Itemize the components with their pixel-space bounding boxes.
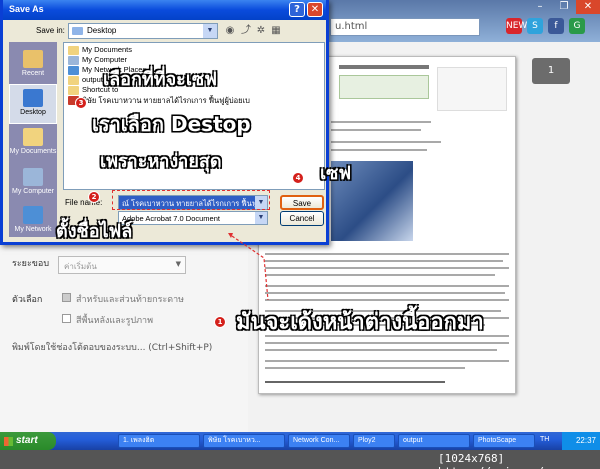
annotation-choose-location: เลือกที่ที่จะเซฟ: [103, 69, 217, 90]
language-indicator[interactable]: TH: [540, 436, 549, 443]
taskbar-item[interactable]: พิษัย โรคเบาหว...: [203, 434, 285, 448]
clock: 22:37: [575, 436, 596, 445]
step-marker-2: 2: [88, 191, 100, 203]
step-marker-4: 4: [292, 172, 304, 184]
annotation-choose-desktop: เราเลือก Destop: [92, 112, 251, 136]
windows-logo-icon: [4, 437, 13, 446]
system-tray: 22:37: [562, 432, 600, 450]
start-button[interactable]: start: [0, 432, 56, 450]
annotation-save: เซฟ: [320, 163, 352, 184]
annotation-window-appears: มันจะเด้งหน้าต่างนี้ออกมา: [236, 310, 484, 335]
taskbar-item[interactable]: PhotoScape: [473, 434, 535, 448]
annotation-name-file: ตั้งชื่อไฟล์: [56, 221, 133, 242]
taskbar-item[interactable]: 1. เพลงฮิต: [118, 434, 200, 448]
taskbar-item[interactable]: Ploy2: [353, 434, 395, 448]
annotation-easiest: เพราะหาง่ายสุด: [100, 151, 222, 172]
taskbar: start 1. เพลงฮิต พิษัย โรคเบาหว... Netwo…: [0, 432, 600, 450]
taskbar-item[interactable]: Network Con...: [288, 434, 350, 448]
taskbar-item[interactable]: output: [398, 434, 470, 448]
step-marker-3: 3: [75, 97, 87, 109]
step-marker-1: 1: [214, 316, 226, 328]
watermark-text: [1024x768] https://upic.me/: [438, 452, 544, 469]
start-label: start: [16, 435, 38, 446]
